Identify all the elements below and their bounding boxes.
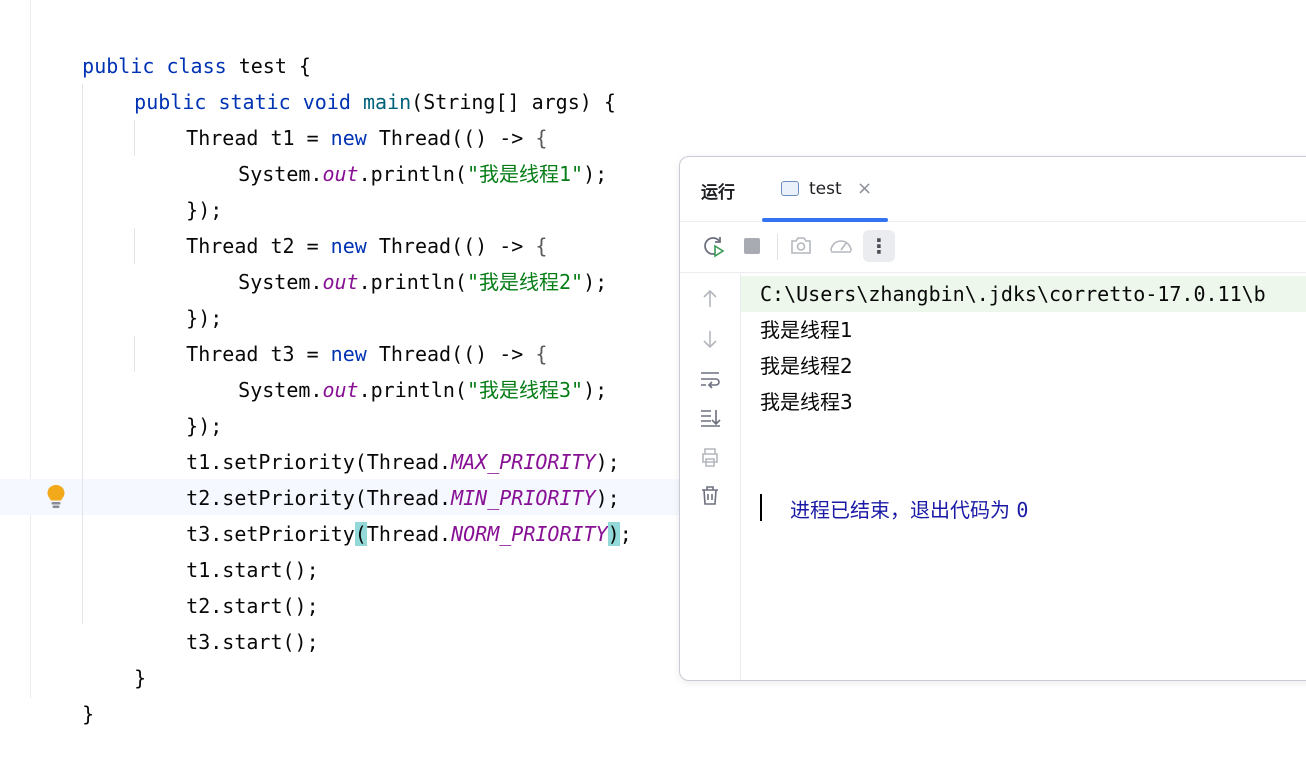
- string-literal: "我是线程1": [466, 162, 584, 186]
- indent-guide: [134, 336, 135, 372]
- code-line[interactable]: public static void main(String[] args) {: [86, 48, 616, 114]
- more-icon[interactable]: ⋮: [863, 230, 895, 262]
- text-cursor: [760, 494, 762, 521]
- code-line[interactable]: public class test {: [34, 12, 311, 78]
- code-text: );: [583, 378, 608, 402]
- code-text: System.: [238, 270, 323, 294]
- static-field: NORM_PRIORITY: [451, 522, 608, 546]
- run-tool-window[interactable]: 运行 test × ⋮ C:\Users\zhangbin\.jdks\corr…: [679, 156, 1306, 681]
- matched-paren: (: [354, 522, 367, 546]
- indent-guide: [82, 84, 83, 624]
- rerun-icon[interactable]: [698, 230, 730, 262]
- code-text: );: [583, 270, 608, 294]
- console-output[interactable]: C:\Users\zhangbin\.jdks\corretto-17.0.11…: [741, 273, 1306, 680]
- exit-code: 0: [1016, 498, 1029, 522]
- exit-text: 进程已结束，退出代码为: [790, 498, 1017, 522]
- run-panel-title: 运行: [701, 183, 735, 203]
- exit-message: 进程已结束，退出代码为 0: [760, 456, 1028, 522]
- code-text: System.: [238, 162, 323, 186]
- gutter-divider: [30, 0, 31, 698]
- code-line[interactable]: System.out.println("我是线程2");: [190, 228, 607, 294]
- command-line-text: C:\Users\zhangbin\.jdks\corretto-17.0.11…: [760, 282, 1266, 306]
- code-line[interactable]: });: [138, 372, 222, 438]
- gauge-icon[interactable]: [825, 230, 857, 262]
- code-line[interactable]: t3.start();: [138, 588, 318, 654]
- code-text: .println(: [358, 162, 467, 186]
- static-field: out: [322, 162, 359, 186]
- soft-wrap-icon[interactable]: [698, 367, 722, 391]
- console-tab-icon: [781, 181, 799, 196]
- code-line[interactable]: System.out.println("我是线程1");: [190, 120, 607, 186]
- arrow-up-icon[interactable]: [698, 287, 722, 311]
- trash-icon[interactable]: [698, 483, 722, 507]
- close-icon[interactable]: ×: [857, 178, 872, 199]
- code-line[interactable]: Thread t1 = new Thread(() -> {: [138, 84, 547, 150]
- lightbulb-icon[interactable]: [46, 484, 66, 510]
- code-line[interactable]: }: [86, 624, 146, 690]
- code-text: );: [583, 162, 608, 186]
- code-line[interactable]: }: [34, 660, 94, 726]
- code-line[interactable]: t2.setPriority(Thread.MIN_PRIORITY);: [138, 444, 620, 510]
- camera-icon[interactable]: [785, 230, 817, 262]
- run-panel-header: 运行 test ×: [680, 157, 1306, 222]
- indent-guide: [134, 120, 135, 156]
- run-toolbar: ⋮: [680, 222, 1306, 273]
- arrow-down-icon[interactable]: [698, 327, 722, 351]
- string-literal: "我是线程3": [466, 378, 584, 402]
- static-field: out: [322, 270, 359, 294]
- code-text: ;: [619, 522, 632, 546]
- code-text: Thread.: [366, 522, 452, 546]
- stop-icon[interactable]: [736, 230, 768, 262]
- output-line: 我是线程1: [760, 318, 853, 342]
- static-field: out: [322, 378, 359, 402]
- code-line[interactable]: t2.start();: [138, 552, 318, 618]
- code-text: }: [82, 702, 95, 726]
- output-line: 我是线程3: [760, 390, 853, 414]
- code-line[interactable]: });: [138, 156, 222, 222]
- tab-test[interactable]: test ×: [762, 157, 888, 222]
- code-text: t3.start();: [186, 630, 319, 654]
- toolbar-separator: [777, 234, 778, 260]
- code-line[interactable]: t1.setPriority(Thread.MAX_PRIORITY);: [138, 408, 620, 474]
- code-line[interactable]: System.out.println("我是线程3");: [190, 336, 607, 402]
- code-line-current[interactable]: t3.setPriority(Thread.NORM_PRIORITY);: [138, 480, 632, 546]
- code-text: }: [134, 666, 147, 690]
- console-sidebar: [680, 273, 741, 680]
- matched-paren: ): [607, 522, 620, 546]
- code-line[interactable]: });: [138, 264, 222, 330]
- scroll-to-end-icon[interactable]: [698, 405, 722, 429]
- code-line[interactable]: Thread t2 = new Thread(() -> {: [138, 192, 547, 258]
- code-text: System.: [238, 378, 323, 402]
- indent-guide: [134, 228, 135, 264]
- code-line[interactable]: t1.start();: [138, 516, 318, 582]
- code-text: .println(: [358, 270, 467, 294]
- output-line: 我是线程2: [760, 354, 853, 378]
- print-icon[interactable]: [698, 445, 722, 469]
- string-literal: "我是线程2": [466, 270, 584, 294]
- code-line[interactable]: Thread t3 = new Thread(() -> {: [138, 300, 547, 366]
- code-text: .println(: [358, 378, 467, 402]
- tab-label: test: [809, 179, 842, 199]
